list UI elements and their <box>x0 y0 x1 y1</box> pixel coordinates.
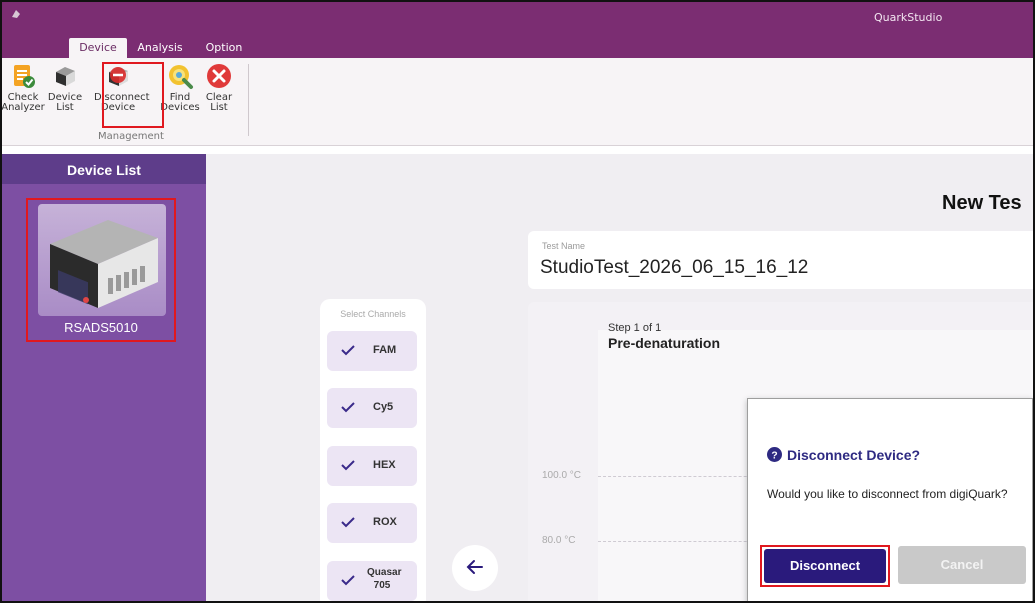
test-name-value[interactable]: StudioTest_2026_06_15_16_12 <box>540 257 808 279</box>
check-icon <box>341 460 355 471</box>
ribbon-toolbar: Check Analyzer Device List Disconnect De… <box>2 58 1033 146</box>
clear-list-button[interactable]: Clear List <box>196 62 242 126</box>
channel-label: FAM <box>373 344 397 356</box>
channel-label-line1: Quasar <box>367 567 402 578</box>
channel-fam-toggle[interactable]: FAM <box>327 331 417 371</box>
channel-label: Cy5 <box>373 401 394 413</box>
clear-list-icon <box>207 64 231 88</box>
channel-rox-toggle[interactable]: ROX <box>327 503 417 543</box>
device-list-button[interactable]: Device List <box>42 62 88 126</box>
app-icon <box>12 10 20 18</box>
step-counter: Step 1 of 1 <box>608 322 662 334</box>
check-icon <box>341 575 355 586</box>
y-tick-80: 80.0 °C <box>542 535 576 546</box>
channel-label-line2: 705 <box>373 580 391 591</box>
test-name-field[interactable]: Test Name StudioTest_2026_06_15_16_12 <box>528 231 1033 289</box>
sidebar-title: Device List <box>67 162 141 178</box>
app-window: QuarkStudio Device Analysis Option Check… <box>0 0 1035 603</box>
svg-text:?: ? <box>771 450 777 461</box>
tab-analysis[interactable]: Analysis <box>133 38 187 58</box>
disconnect-button[interactable]: Disconnect <box>760 545 890 587</box>
ribbon-divider <box>248 64 249 136</box>
channels-label: Select Channels <box>340 309 406 319</box>
channel-label: HEX <box>373 459 396 471</box>
check-analyzer-icon <box>14 65 35 88</box>
tab-option[interactable]: Option <box>201 38 247 58</box>
channel-label: ROX <box>373 516 397 528</box>
arrow-left-icon <box>466 559 483 574</box>
channel-cy5-toggle[interactable]: Cy5 <box>327 388 417 428</box>
find-devices-icon <box>169 65 193 89</box>
tab-device[interactable]: Device <box>69 38 127 58</box>
check-icon <box>341 517 355 528</box>
device-card[interactable]: RSADS5010 <box>26 198 176 342</box>
test-name-label: Test Name <box>542 241 586 251</box>
title-bar: QuarkStudio Device Analysis Option <box>2 2 1033 58</box>
disconnect-dialog: ? Disconnect Device? Would you like to d… <box>747 398 1033 601</box>
check-icon <box>341 345 355 356</box>
check-analyzer-button[interactable]: Check Analyzer <box>1 62 46 126</box>
channel-hex-toggle[interactable]: HEX <box>327 446 417 486</box>
disconnect-button-label: Disconnect <box>764 549 886 583</box>
channel-selector: Select Channels FAM Cy5 HEX ROX Quasar 70… <box>320 299 426 601</box>
dialog-title: ? Disconnect Device? <box>767 447 920 463</box>
channel-quasar705-toggle[interactable]: Quasar 705 <box>327 561 417 601</box>
device-illustration <box>50 220 158 308</box>
check-icon <box>341 402 355 413</box>
page-title: New Tes <box>942 192 1022 214</box>
clear-list-label: Clear List <box>205 92 233 113</box>
management-group-label: Management <box>98 131 164 142</box>
device-list-label: Device List <box>47 92 83 113</box>
back-button[interactable] <box>452 545 498 591</box>
device-name: RSADS5010 <box>64 320 138 335</box>
channel-label: Quasar 705 <box>367 566 401 592</box>
question-icon: ? <box>767 447 782 462</box>
device-list-sidebar: Device List RSADS5010 <box>2 154 206 601</box>
disconnect-button-highlight <box>102 62 164 128</box>
dialog-title-text: Disconnect Device? <box>787 447 921 463</box>
cancel-button[interactable]: Cancel <box>898 546 1026 584</box>
device-list-icon <box>56 67 75 86</box>
step-name: Pre-denaturation <box>608 335 721 351</box>
y-tick-100: 100.0 °C <box>542 470 582 481</box>
device-image <box>38 204 166 316</box>
window-title: QuarkStudio <box>874 11 943 24</box>
check-analyzer-label: Check Analyzer <box>1 92 45 113</box>
dialog-message: Would you like to disconnect from digiQu… <box>767 487 1008 501</box>
